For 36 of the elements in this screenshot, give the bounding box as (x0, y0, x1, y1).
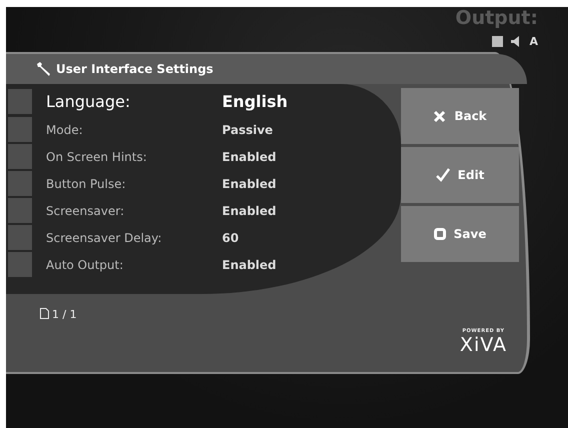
setting-label: Auto Output: (46, 258, 124, 272)
setting-value: Enabled (222, 150, 276, 164)
square-icon (434, 228, 446, 240)
output-label: Output: (455, 7, 538, 29)
setting-value: Enabled (222, 258, 276, 272)
save-button[interactable]: Save (401, 206, 519, 262)
logo-text: XiVA (460, 334, 507, 356)
setting-label: Screensaver: (46, 204, 126, 218)
setting-label: Button Pulse: (46, 176, 127, 190)
row-selector[interactable] (8, 117, 32, 142)
setting-label: Screensaver Delay: (46, 230, 163, 244)
back-button[interactable]: Back (401, 88, 519, 144)
row-selector[interactable] (8, 144, 32, 169)
wrench-icon (36, 61, 52, 77)
close-icon (433, 110, 446, 122)
page-icon (40, 308, 49, 319)
setting-value: Enabled (222, 204, 276, 218)
square-icon (492, 36, 504, 47)
setting-label: On Screen Hints: (46, 150, 148, 164)
page-indicator: 1 / 1 (52, 308, 77, 321)
edit-button[interactable]: Edit (401, 147, 519, 203)
row-selector[interactable] (8, 252, 32, 277)
speaker-icon (511, 36, 522, 47)
setting-value: Enabled (222, 176, 276, 190)
row-selector[interactable] (8, 198, 32, 223)
setting-label: Language: (46, 92, 132, 110)
row-selector[interactable] (8, 88, 32, 114)
checkmark-icon (436, 168, 450, 182)
setting-value: Passive (222, 122, 273, 136)
zone-label: A (529, 35, 538, 48)
setting-value: 60 (222, 230, 239, 244)
row-selector[interactable] (8, 225, 32, 250)
row-selector[interactable] (8, 171, 32, 196)
setting-value: English (222, 92, 288, 110)
setting-label: Mode: (46, 122, 84, 136)
window-title: User Interface Settings (56, 62, 214, 76)
